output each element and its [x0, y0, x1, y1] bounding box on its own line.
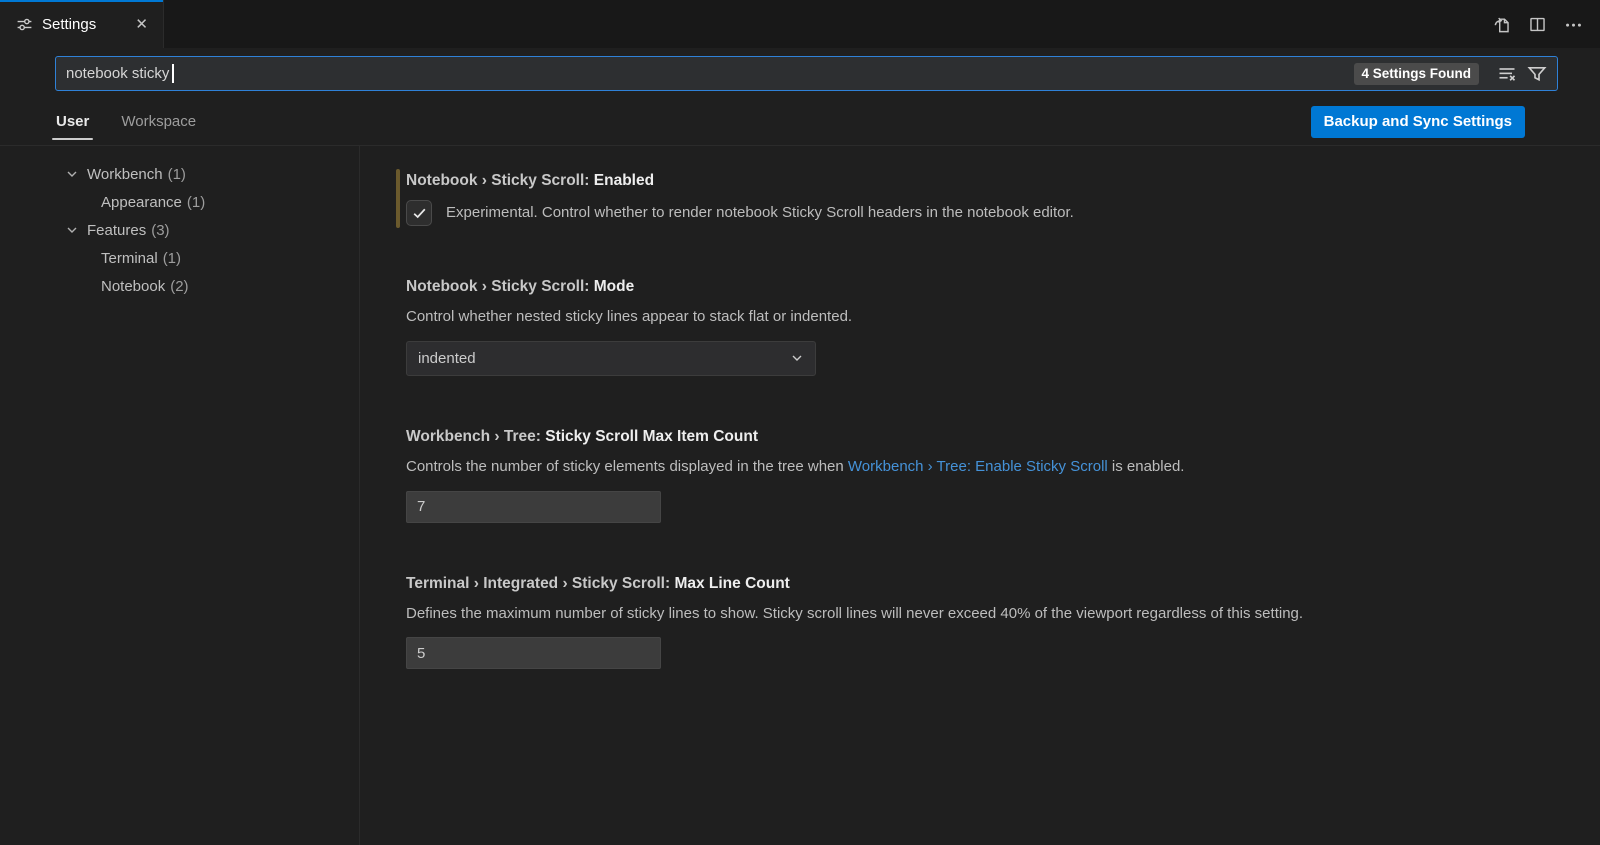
split-editor-icon[interactable] — [1524, 11, 1550, 37]
settings-header-row: User Workspace Backup and Sync Settings — [0, 98, 1600, 146]
tab-title: Settings — [42, 16, 123, 33]
toc-item-label: Workbench — [87, 166, 163, 183]
setting-description: Controls the number of sticky elements d… — [406, 456, 1560, 478]
setting-workbench-tree-sticky-scroll-max-item-count: Workbench › Tree: Sticky Scroll Max Item… — [406, 428, 1560, 523]
text-caret — [172, 64, 174, 83]
setting-title: Notebook › Sticky Scroll: Mode — [406, 278, 1560, 296]
select-value: indented — [418, 350, 476, 367]
toc-item-terminal[interactable]: Terminal (1) — [0, 244, 359, 272]
results-count-badge: 4 Settings Found — [1354, 63, 1480, 85]
toc-item-count: (2) — [170, 278, 188, 295]
setting-title: Workbench › Tree: Sticky Scroll Max Item… — [406, 428, 1560, 446]
toc-item-count: (1) — [187, 194, 205, 211]
toc-item-label: Notebook — [101, 278, 165, 295]
clear-search-icon[interactable] — [1495, 62, 1519, 86]
setting-category: Terminal › Integrated › Sticky Scroll: — [406, 575, 674, 592]
chevron-down-icon[interactable] — [64, 166, 80, 182]
setting-title: Terminal › Integrated › Sticky Scroll: M… — [406, 575, 1560, 593]
setting-name: Mode — [594, 278, 634, 295]
setting-category: Workbench › Tree: — [406, 428, 545, 445]
setting-category: Notebook › Sticky Scroll: — [406, 172, 594, 189]
toc-item-label: Features — [87, 222, 146, 239]
chevron-down-icon[interactable] — [64, 222, 80, 238]
tab-user-settings[interactable]: User — [48, 98, 97, 145]
backup-and-sync-settings-button[interactable]: Backup and Sync Settings — [1311, 106, 1525, 138]
toc-item-count: (3) — [151, 222, 169, 239]
setting-number-input[interactable]: 7 — [406, 491, 661, 523]
setting-number-input[interactable]: 5 — [406, 637, 661, 669]
toc-item-count: (1) — [163, 250, 181, 267]
setting-title: Notebook › Sticky Scroll: Enabled — [406, 172, 1560, 190]
editor-actions — [1488, 0, 1600, 48]
setting-category: Notebook › Sticky Scroll: — [406, 278, 594, 295]
tab-bar-empty-space — [164, 0, 1488, 48]
settings-search-row: notebook sticky 4 Settings Found — [0, 48, 1600, 98]
number-input-value: 7 — [417, 498, 425, 515]
setting-name: Enabled — [594, 172, 654, 189]
setting-description: Defines the maximum number of sticky lin… — [406, 603, 1560, 625]
setting-name: Sticky Scroll Max Item Count — [545, 428, 758, 445]
tab-settings[interactable]: Settings ✕ — [0, 0, 164, 48]
toc-item-notebook[interactable]: Notebook (2) — [0, 272, 359, 300]
toc-item-label: Appearance — [101, 194, 182, 211]
filter-icon[interactable] — [1525, 62, 1549, 86]
setting-select-dropdown[interactable]: indented — [406, 341, 816, 376]
settings-list: Notebook › Sticky Scroll: Enabled Experim… — [360, 146, 1600, 845]
close-icon[interactable]: ✕ — [132, 15, 151, 34]
toc-item-workbench[interactable]: Workbench (1) — [0, 160, 359, 188]
toc-item-label: Terminal — [101, 250, 158, 267]
settings-toc-tree: Workbench (1) Appearance (1) Features (3) Term… — [0, 146, 360, 845]
more-actions-icon[interactable] — [1560, 11, 1586, 37]
setting-checkbox[interactable] — [406, 200, 432, 226]
number-input-value: 5 — [417, 645, 425, 662]
settings-sliders-icon — [16, 16, 33, 33]
toc-item-appearance[interactable]: Appearance (1) — [0, 188, 359, 216]
setting-reference-link[interactable]: Workbench › Tree: Enable Sticky Scroll — [848, 458, 1108, 475]
settings-search-input[interactable]: notebook sticky 4 Settings Found — [55, 56, 1558, 91]
setting-notebook-sticky-scroll-enabled: Notebook › Sticky Scroll: Enabled Experim… — [406, 172, 1560, 226]
setting-description: Experimental. Control whether to render … — [446, 202, 1074, 224]
open-settings-json-icon[interactable] — [1488, 11, 1514, 37]
chevron-down-icon — [789, 350, 805, 366]
toc-item-count: (1) — [168, 166, 186, 183]
setting-name: Max Line Count — [674, 575, 789, 592]
setting-notebook-sticky-scroll-mode: Notebook › Sticky Scroll: Mode Control wh… — [406, 278, 1560, 376]
toc-item-features[interactable]: Features (3) — [0, 216, 359, 244]
search-input-value: notebook sticky — [66, 65, 169, 82]
editor-tab-bar: Settings ✕ — [0, 0, 1600, 48]
setting-description: Control whether nested sticky lines appe… — [406, 306, 1560, 328]
vscode-window: Settings ✕ — [0, 0, 1600, 845]
settings-body: Workbench (1) Appearance (1) Features (3) Term… — [0, 146, 1600, 845]
tab-workspace-settings[interactable]: Workspace — [113, 98, 204, 145]
setting-terminal-integrated-sticky-scroll-max-line-count: Terminal › Integrated › Sticky Scroll: M… — [406, 575, 1560, 670]
